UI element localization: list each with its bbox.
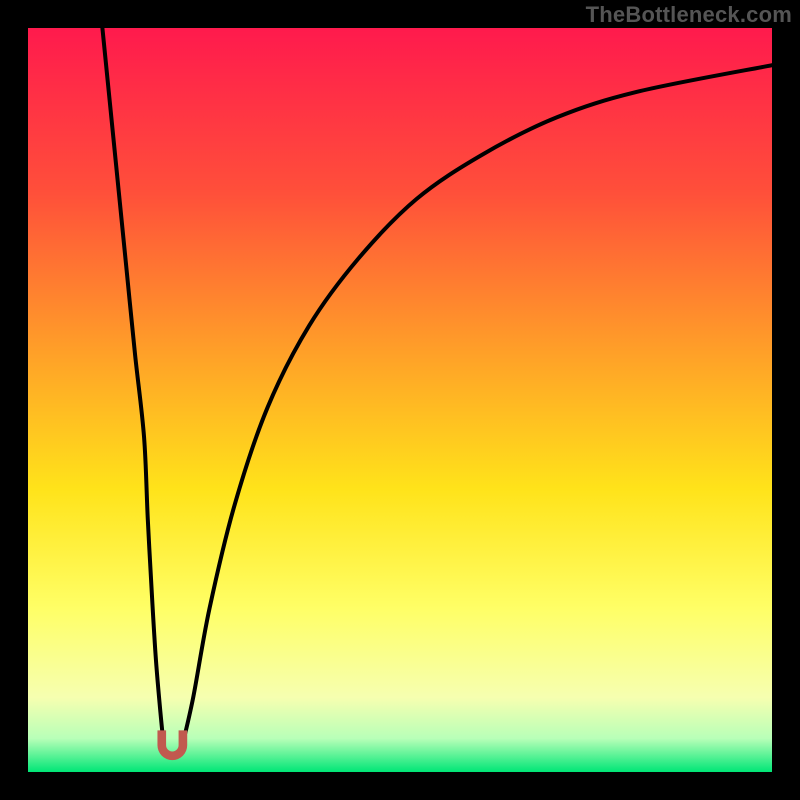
plot-svg: [28, 28, 772, 772]
plot-area: [28, 28, 772, 772]
chart-root: TheBottleneck.com: [0, 0, 800, 800]
watermark-label: TheBottleneck.com: [586, 2, 792, 28]
